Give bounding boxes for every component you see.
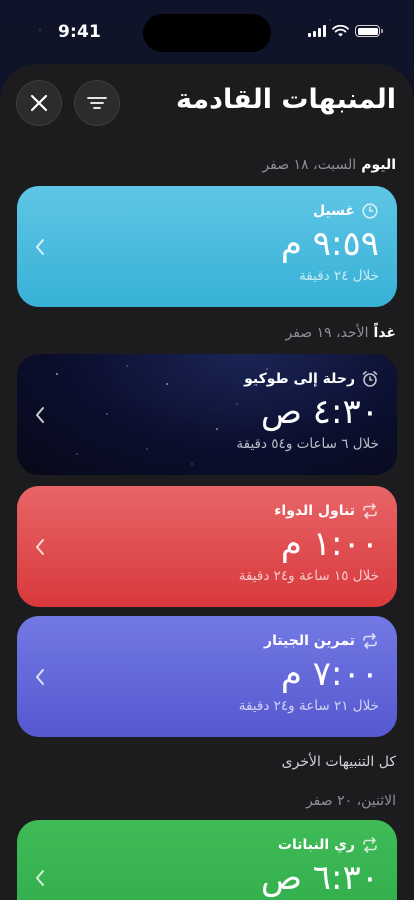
repeat-icon [361,632,379,650]
alarm-card-content: ري النباتات ٦:٣٠ ص [261,836,379,898]
alarm-name-row: رحلة إلى طوكيو [236,370,379,388]
status-bar: 9:41 [0,0,414,60]
alarm-time: ٧:٠٠ م [280,654,379,694]
alarm-name: تناول الدواء [274,503,355,519]
day-header-monday: الاثنين، ٢٠ صفر [306,793,396,809]
repeat-icon [361,836,379,854]
wifi-icon [332,25,349,37]
day-date-today: السبت، ١٨ صفر [262,157,357,173]
alarm-name-row: غسيل [281,202,379,220]
alarm-card-content: رحلة إلى طوكيو ٤:٣٠ ص خلال ٦ ساعات و٥٤ د… [236,370,379,452]
alarm-time: ٤:٣٠ ص [260,392,379,432]
status-time: 9:41 [58,22,102,42]
close-button[interactable] [16,80,62,126]
alarm-countdown: خلال ٦ ساعات و٥٤ دقيقة [236,436,379,452]
alarm-name-row: تناول الدواء [239,502,379,520]
alarm-card-water-plants[interactable]: ري النباتات ٦:٣٠ ص [17,820,397,900]
alarm-name-row: ري النباتات [261,836,379,854]
chevron-left-icon [36,406,44,423]
alarm-time: ١:٠٠ م [280,524,379,564]
chevron-left-icon [36,238,44,255]
chevron-left-icon [36,870,44,886]
chevron-left-icon [36,668,44,685]
dynamic-island [143,14,271,52]
filter-lines-icon [87,97,107,109]
day-label-tomorrow: غداً [373,325,396,341]
filter-button[interactable] [74,80,120,126]
alarm-name: تمرين الجيتار [264,633,355,649]
alarm-time: ٦:٣٠ ص [260,858,379,898]
alarm-name-row: تمرين الجيتار [239,632,379,650]
day-label-today: اليوم [361,157,396,173]
chevron-left-icon [36,538,44,555]
alarm-card-tokyo-trip[interactable]: رحلة إلى طوكيو ٤:٣٠ ص خلال ٦ ساعات و٥٤ د… [17,354,397,475]
alarm-card-laundry[interactable]: غسيل ٩:٥٩ م خلال ٢٤ دقيقة [17,186,397,307]
alarm-card-content: تمرين الجيتار ٧:٠٠ م خلال ٢١ ساعة و٢٤ دق… [239,632,379,714]
day-date-tomorrow: الأحد، ١٩ صفر [285,325,369,341]
alarm-card-content: غسيل ٩:٥٩ م خلال ٢٤ دقيقة [281,202,379,284]
alarm-clock-icon [361,370,379,388]
page-title: المنبهات القادمة [176,84,396,115]
alarm-name: غسيل [312,203,355,219]
battery-icon [355,25,383,37]
alarms-sheet: المنبهات القادمة اليوم السبت، ١٨ صفر غسي… [0,64,414,900]
repeat-icon [361,502,379,520]
alarm-card-medicine[interactable]: تناول الدواء ١:٠٠ م خلال ١٥ ساعة و٢٤ دقي… [17,486,397,607]
day-header-today: اليوم السبت، ١٨ صفر [262,157,396,173]
cellular-signal-icon [308,25,326,37]
status-icons [308,25,383,37]
clock-icon [361,202,379,220]
other-alarms-title: كل التنبيهات الأخرى [281,754,396,770]
alarm-name: رحلة إلى طوكيو [244,371,355,387]
alarm-name: ري النباتات [277,837,355,853]
alarm-time: ٩:٥٩ م [280,224,379,264]
alarm-card-content: تناول الدواء ١:٠٠ م خلال ١٥ ساعة و٢٤ دقي… [239,502,379,584]
alarm-card-guitar-practice[interactable]: تمرين الجيتار ٧:٠٠ م خلال ٢١ ساعة و٢٤ دق… [17,616,397,737]
alarm-countdown: خلال ٢٤ دقيقة [299,268,379,284]
alarm-countdown: خلال ٢١ ساعة و٢٤ دقيقة [238,698,379,714]
day-header-tomorrow: غداً الأحد، ١٩ صفر [285,325,396,341]
day-date-monday: الاثنين، ٢٠ صفر [305,793,396,809]
sheet-header: المنبهات القادمة [0,64,414,144]
alarm-countdown: خلال ١٥ ساعة و٢٤ دقيقة [238,568,379,584]
close-icon [30,94,48,112]
